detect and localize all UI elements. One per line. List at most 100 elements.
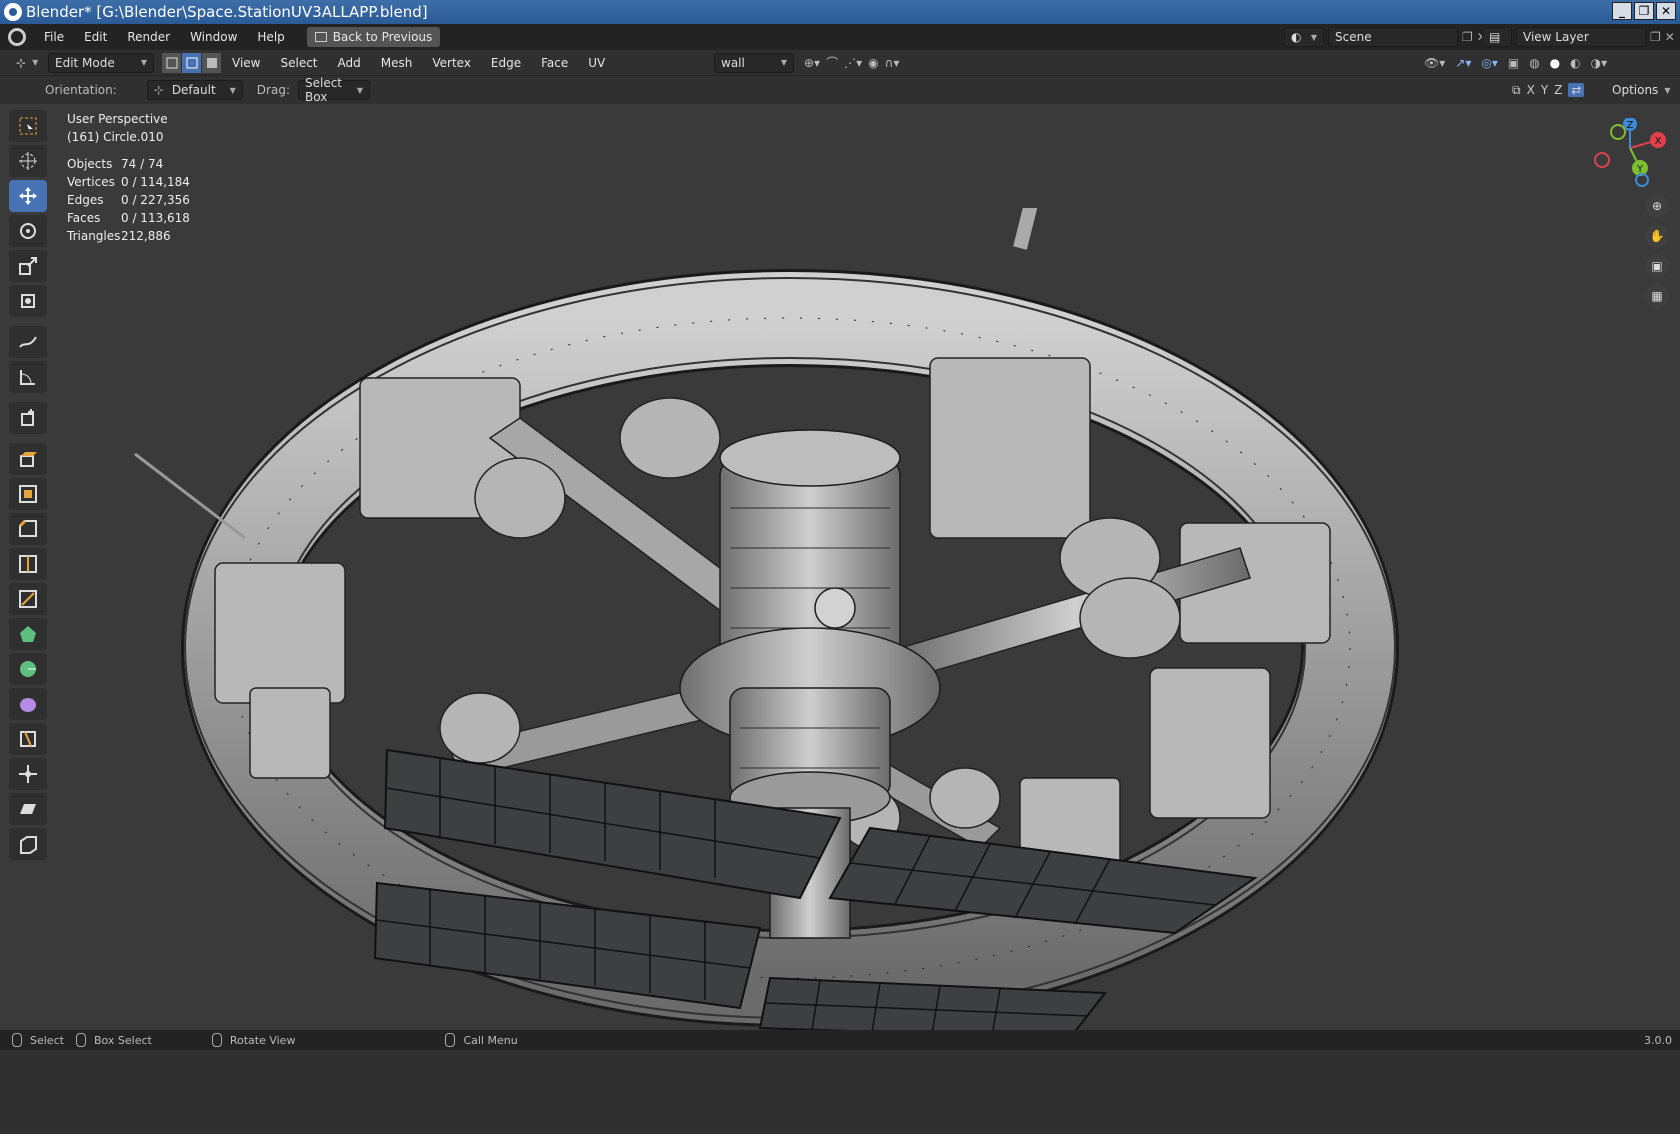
rotate-tool[interactable] <box>9 215 47 247</box>
menu-help[interactable]: Help <box>247 24 294 50</box>
solid-shading-icon[interactable]: ● <box>1550 56 1560 70</box>
wireframe-shading-icon[interactable]: ◍ <box>1529 56 1539 70</box>
header-menu-view[interactable]: View <box>222 50 270 76</box>
face-select-icon[interactable] <box>202 52 222 73</box>
auto-merge-icon[interactable]: ⇄ <box>1568 83 1585 97</box>
measure-tool[interactable] <box>9 361 47 393</box>
rendered-shading-icon[interactable]: ◑▾ <box>1591 56 1608 70</box>
poly-build-tool[interactable] <box>9 618 47 650</box>
add-cube-tool[interactable] <box>9 402 47 434</box>
cursor-tool[interactable] <box>9 145 47 177</box>
3d-viewport[interactable]: User Perspective (161) Circle.010 Object… <box>0 104 1680 1040</box>
snap-target-icon[interactable]: ⋰▾ <box>844 56 862 70</box>
view-layer-name: View Layer <box>1523 30 1589 44</box>
top-menu-bar: File Edit Render Window Help Back to Pre… <box>0 24 1680 50</box>
status-box-select: Box Select <box>93 1033 152 1047</box>
transform-pivot-icon[interactable]: ⊕▾ <box>804 56 820 70</box>
stat-label: Faces <box>67 211 101 225</box>
xray-toggle-icon[interactable]: ▣ <box>1508 56 1519 70</box>
restore-button[interactable]: ❐ <box>1634 2 1654 20</box>
axis-gizmo-icon: X Y Z <box>1594 117 1666 187</box>
loop-cut-tool[interactable] <box>9 548 47 580</box>
orientation-select[interactable]: ⊹ Default ▼ <box>146 80 243 100</box>
view-layer-name-field[interactable]: View Layer <box>1516 27 1646 47</box>
new-scene-icon[interactable]: ❐ <box>1462 30 1473 44</box>
header-menu-face[interactable]: Face <box>531 50 578 76</box>
scene-name-field[interactable]: Scene <box>1328 27 1458 47</box>
add-cube-icon <box>21 409 34 426</box>
minimize-button[interactable]: _ <box>1612 2 1632 20</box>
status-select: Select <box>30 1033 64 1047</box>
scene-browse-button[interactable]: ◐ ▼ <box>1284 27 1324 47</box>
select-box-tool[interactable] <box>9 110 47 142</box>
attribute-select[interactable]: wall ▼ <box>714 52 794 73</box>
shear-icon <box>20 804 36 814</box>
menu-edit[interactable]: Edit <box>74 24 117 50</box>
header-menu-add[interactable]: Add <box>328 50 371 76</box>
options-dropdown[interactable]: Options ▼ <box>1612 83 1670 97</box>
ortho-toggle-button[interactable]: ▦ <box>1645 284 1669 308</box>
annotate-icon <box>19 336 37 348</box>
close-button[interactable]: ✕ <box>1656 2 1676 20</box>
shrink-fatten-icon <box>19 765 37 783</box>
cursor-icon <box>19 152 37 170</box>
bevel-tool[interactable] <box>9 513 47 545</box>
header-menu-vertex[interactable]: Vertex <box>422 50 481 76</box>
attribute-value: wall <box>721 55 745 70</box>
camera-view-button[interactable]: ▣ <box>1645 254 1669 278</box>
material-shading-icon[interactable]: ◐ <box>1570 56 1580 70</box>
transform-tool[interactable] <box>9 285 47 317</box>
stat-label: Vertices <box>67 175 115 189</box>
new-view-layer-icon[interactable]: ❐ <box>1650 30 1661 44</box>
menu-render[interactable]: Render <box>117 24 180 50</box>
header-menu-select[interactable]: Select <box>270 50 327 76</box>
delete-view-layer-icon[interactable]: ✕ <box>1665 30 1675 44</box>
edge-slide-tool[interactable] <box>9 723 47 755</box>
vertex-select-icon[interactable] <box>162 52 182 73</box>
menu-window[interactable]: Window <box>180 24 247 50</box>
options-label: Options <box>1612 83 1659 97</box>
snap-icon[interactable]: ⌒ <box>826 54 838 71</box>
knife-tool[interactable] <box>9 583 47 615</box>
axis-y-toggle[interactable]: Y <box>1541 83 1548 97</box>
spin-tool[interactable] <box>9 653 47 685</box>
axis-z-toggle[interactable]: Z <box>1554 83 1562 97</box>
navigation-gizmo[interactable]: X Y Z <box>1590 117 1670 188</box>
overlay-toggle-icon[interactable]: ◎▾ <box>1481 56 1498 70</box>
scale-tool[interactable] <box>9 250 47 282</box>
blender-menu-icon[interactable] <box>8 28 26 46</box>
header-menu-uv[interactable]: UV <box>578 50 615 76</box>
zoom-view-button[interactable]: ⊕ <box>1645 194 1669 218</box>
mode-select[interactable]: Edit Mode ▼ <box>48 52 154 73</box>
shear-tool[interactable] <box>9 793 47 825</box>
scale-icon <box>19 257 37 275</box>
shrink-fatten-tool[interactable] <box>9 758 47 790</box>
orientation-icon: ⊹ <box>153 83 164 97</box>
inset-tool[interactable] <box>9 478 47 510</box>
select-box-icon <box>19 117 37 135</box>
view-layer-browse-button[interactable]: ▤ <box>1482 27 1512 47</box>
rip-region-tool[interactable] <box>9 828 47 860</box>
pan-view-button[interactable]: ✋ <box>1645 224 1669 248</box>
edge-select-icon[interactable] <box>182 52 202 73</box>
mirror-icon[interactable]: ⧉ <box>1512 83 1521 98</box>
move-tool[interactable] <box>9 180 47 212</box>
stat-value: 212,886 <box>121 229 171 243</box>
visibility-icon[interactable]: 👁▾ <box>1424 56 1445 70</box>
menu-file[interactable]: File <box>34 24 74 50</box>
proportional-edit-icon[interactable]: ◉ <box>868 56 878 70</box>
falloff-icon[interactable]: ∩▾ <box>885 56 900 70</box>
rip-region-icon <box>20 836 37 854</box>
annotate-tool[interactable] <box>9 326 47 358</box>
axis-x-toggle[interactable]: X <box>1527 83 1535 97</box>
header-menu-edge[interactable]: Edge <box>481 50 531 76</box>
gizmo-toggle-icon[interactable]: ↗▾ <box>1455 56 1471 70</box>
drag-select[interactable]: Select Box ▼ <box>297 76 370 104</box>
header-menu-mesh[interactable]: Mesh <box>371 50 423 76</box>
extrude-tool[interactable] <box>9 443 47 475</box>
back-to-previous-button[interactable]: Back to Previous <box>306 27 441 47</box>
smooth-tool[interactable] <box>9 688 47 720</box>
view-name: User Perspective <box>67 112 168 126</box>
editor-type-button[interactable]: ⊹ ▼ <box>10 52 44 73</box>
inset-icon <box>19 485 37 503</box>
